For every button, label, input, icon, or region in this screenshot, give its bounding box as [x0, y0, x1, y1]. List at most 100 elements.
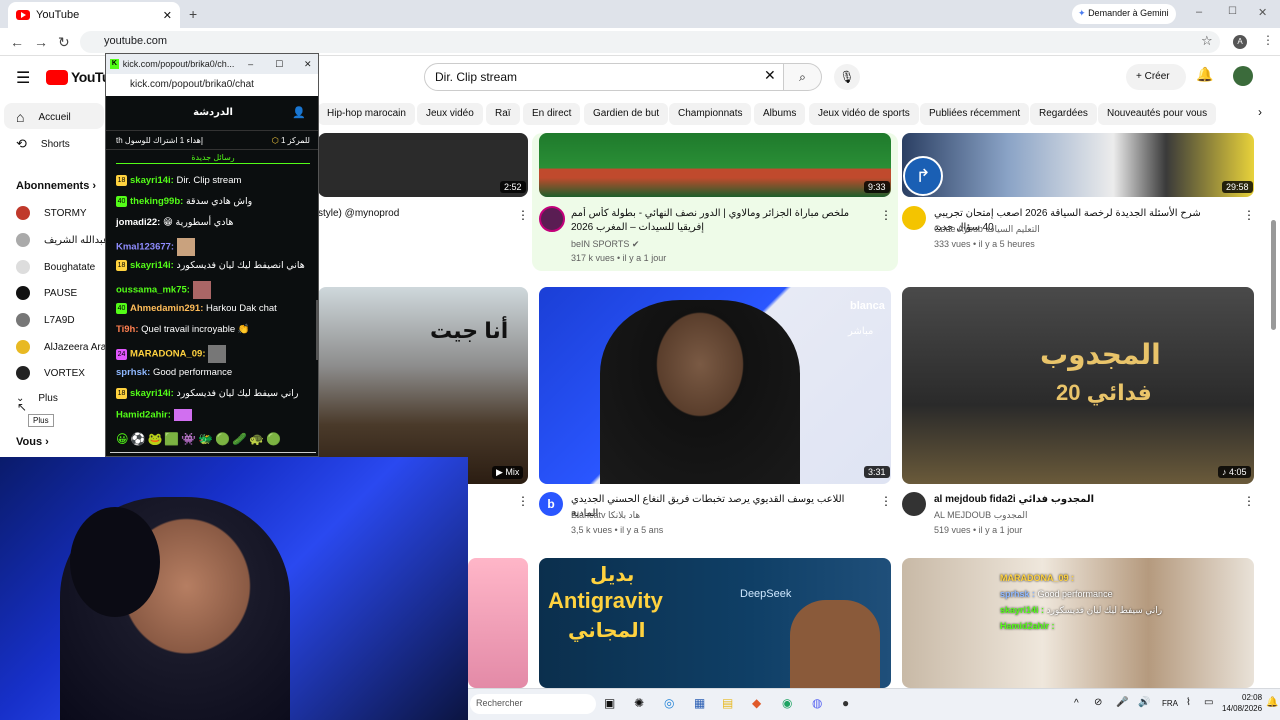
video-thumbnail[interactable]	[318, 133, 528, 197]
file-explorer-icon[interactable]: ▤	[722, 696, 733, 710]
chip-jeux-sports[interactable]: Jeux vidéo de sports	[809, 103, 919, 125]
network-icon[interactable]: ⊘	[1094, 697, 1102, 708]
channel-name[interactable]: AL MEJDOUB المجدوب	[934, 508, 1028, 522]
more-options-icon[interactable]: ⋮	[517, 494, 529, 508]
clear-search-icon[interactable]: ✕	[764, 67, 776, 84]
chip-nouveautes[interactable]: Nouveautés pour vous	[1098, 103, 1217, 125]
live-label: مباشر	[848, 326, 874, 337]
create-button[interactable]: + Créer	[1126, 64, 1186, 90]
forward-icon[interactable]: →	[34, 34, 48, 50]
sub-item[interactable]: L7A9D	[16, 313, 75, 327]
store-icon[interactable]: ▦	[694, 696, 705, 710]
chat-scrollbar[interactable]	[316, 300, 318, 360]
speaker-icon[interactable]: 🔊	[1138, 697, 1150, 708]
chip-regardees[interactable]: Regardées	[1030, 103, 1097, 125]
channel-avatar[interactable]	[902, 492, 926, 516]
subscriptions-heading[interactable]: Abonnements ›	[16, 180, 96, 192]
url-field[interactable]: youtube.com	[80, 31, 1220, 53]
channel-avatar[interactable]	[539, 206, 565, 232]
channel-name[interactable]: Code Ayoub التعليم السياقة	[934, 222, 1040, 236]
more-options-icon[interactable]: ⋮	[880, 208, 892, 222]
account-avatar[interactable]	[1233, 66, 1253, 86]
channel-avatar[interactable]	[902, 206, 926, 230]
duration-badge: 2:52	[500, 181, 526, 193]
obs-icon[interactable]: ●	[842, 696, 849, 710]
create-label: Créer	[1144, 71, 1170, 82]
brave-icon[interactable]: ◆	[752, 696, 761, 710]
bookmark-star-icon[interactable]: ☆	[1201, 33, 1213, 49]
video-thumbnail[interactable]	[468, 558, 528, 688]
video-title[interactable]: ملخص مباراة الجزائر ومالاوي | الدور نصف …	[571, 207, 871, 235]
more-options-icon[interactable]: ⋮	[1243, 494, 1255, 508]
notifications-tray-icon[interactable]: 🔔	[1266, 697, 1278, 708]
video-thumbnail[interactable]	[539, 133, 891, 197]
sidebar-item-home[interactable]: ⌂ Accueil	[16, 109, 71, 125]
battery-icon[interactable]: ▭	[1204, 697, 1213, 708]
page-scrollbar[interactable]	[1271, 220, 1276, 330]
chips-next-icon[interactable]: ›	[1258, 105, 1262, 119]
chat-minimize-icon[interactable]: –	[238, 59, 263, 69]
chip-en-direct[interactable]: En direct	[523, 103, 581, 125]
wifi-icon[interactable]: ⌇	[1186, 697, 1191, 708]
chat-url-bar[interactable]: kick.com/popout/brika0/chat	[106, 74, 318, 96]
chip-hiphop[interactable]: Hip-hop marocain	[318, 103, 415, 125]
search-input[interactable]: Dir. Clip stream	[424, 63, 784, 91]
chip-jeux-video[interactable]: Jeux vidéo	[417, 103, 483, 125]
edge-icon[interactable]: ◎	[664, 696, 674, 710]
chip-rai[interactable]: Raï	[486, 103, 520, 125]
more-options-icon[interactable]: ⋮	[880, 494, 892, 508]
browser-menu-icon[interactable]: ⋮	[1262, 33, 1274, 47]
voice-search-button[interactable]: 🎙	[834, 64, 860, 90]
chip-gardien[interactable]: Gardien de but	[584, 103, 669, 125]
sidebar-item-shorts[interactable]: ⟲ Shorts	[16, 136, 70, 152]
close-window-icon[interactable]: ✕	[1258, 6, 1267, 19]
chat-window-titlebar[interactable]: K kick.com/popout/brika0/ch... – ☐ ✕	[106, 54, 318, 74]
sub-item[interactable]: Boughatate	[16, 260, 95, 274]
more-options-icon[interactable]: ⋮	[1243, 208, 1255, 222]
chip-publiees[interactable]: Publiées récemment	[920, 103, 1030, 125]
sub-item[interactable]: PAUSE	[16, 286, 77, 300]
channel-name[interactable]: beIN SPORTS ✔	[571, 237, 639, 251]
notifications-bell-icon[interactable]: 🔔	[1196, 66, 1213, 83]
video-thumbnail[interactable]	[318, 287, 528, 484]
maximize-icon[interactable]: ☐	[1228, 6, 1237, 17]
tab-title: YouTube	[36, 9, 80, 21]
mic-tray-icon[interactable]: 🎤	[1116, 697, 1128, 708]
gemini-button[interactable]: ✦ Demander à Gemini	[1072, 4, 1176, 24]
discord-icon[interactable]: ◍	[812, 696, 822, 710]
video-title[interactable]: al mejdoub fida2i المجدوب فدائي	[934, 493, 1094, 507]
tray-chevron-icon[interactable]: ^	[1074, 698, 1079, 709]
search-button[interactable]: ⌕	[784, 63, 822, 91]
chip-albums[interactable]: Albums	[754, 103, 806, 125]
video-thumbnail[interactable]	[902, 133, 1254, 197]
profile-avatar[interactable]: A	[1233, 35, 1247, 49]
emote-bar[interactable]: 😀⚽🐸🟩👾🐲🟢🥒🐢🟢	[116, 432, 283, 446]
sub-item[interactable]: VORTEX	[16, 366, 85, 380]
sidebar-you[interactable]: Vous ›	[16, 436, 49, 448]
chat-popout-window: K kick.com/popout/brika0/ch... – ☐ ✕ kic…	[105, 53, 319, 457]
language-indicator[interactable]: FRA	[1162, 699, 1178, 708]
reload-icon[interactable]: ↻	[58, 34, 70, 51]
chat-maximize-icon[interactable]: ☐	[267, 59, 292, 70]
channel-name[interactable]: Blancatv هاد بلانكا	[571, 508, 640, 522]
more-options-icon[interactable]: ⋮	[517, 208, 529, 222]
chat-close-icon[interactable]: ✕	[295, 59, 318, 70]
video-title[interactable]: style) @mynoprod	[318, 207, 399, 221]
minimize-icon[interactable]: –	[1196, 6, 1202, 18]
hamburger-menu-icon[interactable]: ☰	[16, 68, 30, 88]
thumbnail-title: المجدوب	[1040, 339, 1161, 370]
sub-item[interactable]: STORMY	[16, 206, 87, 220]
chip-championnats[interactable]: Championnats	[669, 103, 752, 125]
tab-youtube[interactable]: YouTube ✕	[8, 2, 180, 28]
clock[interactable]: 02:08 14/08/2026	[1222, 692, 1262, 714]
copilot-icon[interactable]: ✺	[634, 696, 644, 710]
task-view-icon[interactable]: ▣	[604, 696, 615, 710]
new-tab-icon[interactable]: +	[189, 6, 197, 22]
taskbar-search[interactable]: Rechercher	[470, 694, 596, 714]
chrome-icon[interactable]: ◉	[782, 696, 792, 710]
chat-users-icon[interactable]: 👤	[292, 106, 306, 119]
sub-item[interactable]: AlJazeera Ara	[16, 340, 106, 354]
channel-avatar[interactable]: b	[539, 492, 563, 516]
close-tab-icon[interactable]: ✕	[163, 9, 172, 22]
back-icon[interactable]: ←	[10, 34, 24, 50]
